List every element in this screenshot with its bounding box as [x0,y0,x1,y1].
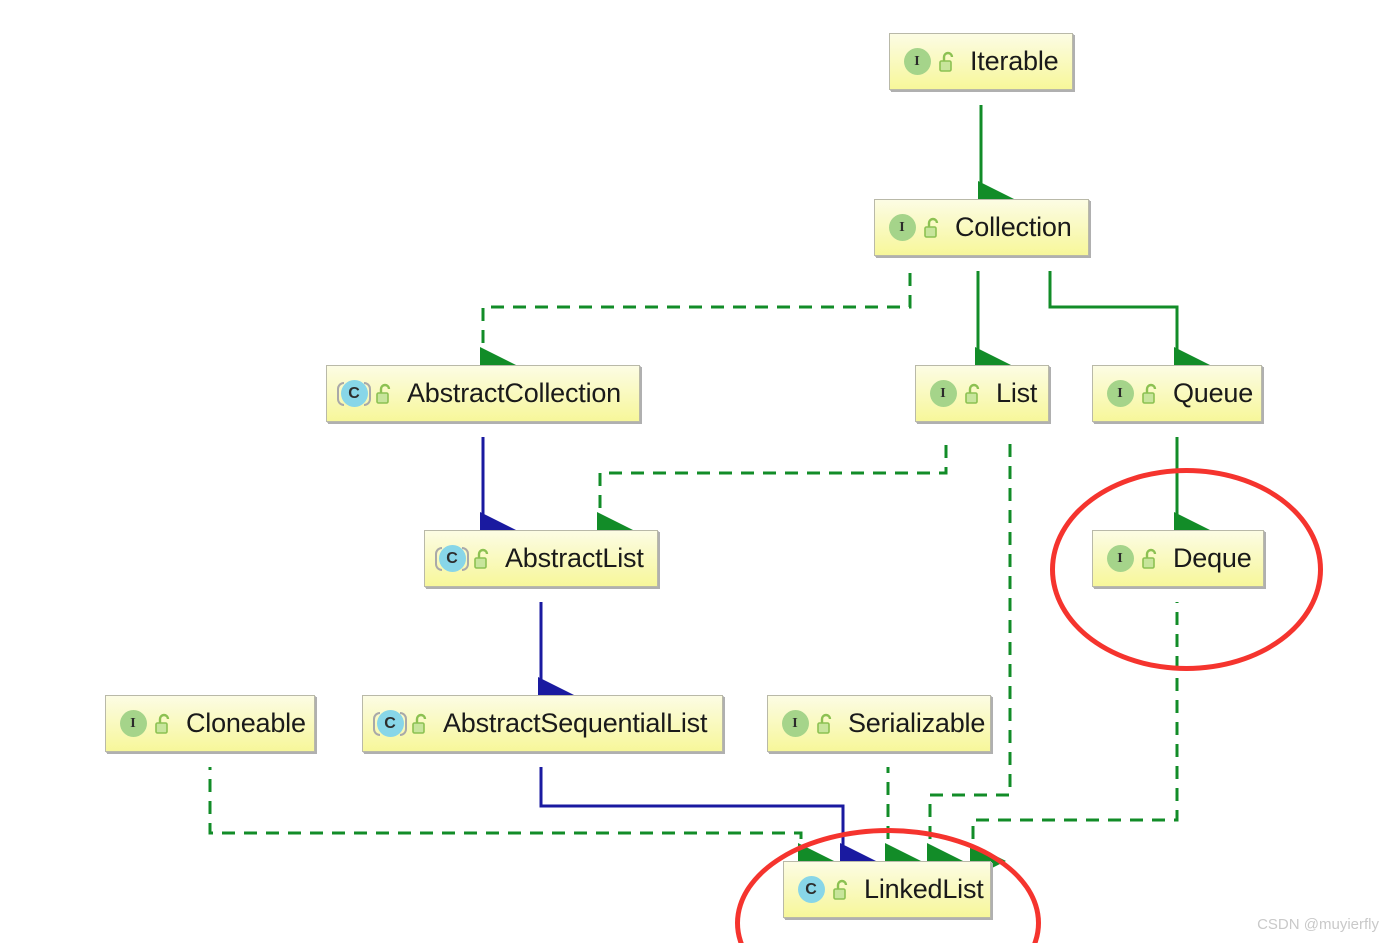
interface-icon: I [902,47,932,77]
node-serializable[interactable]: I Serializable [767,695,991,752]
unlock-icon [937,49,959,75]
interface-icon: I [887,213,917,243]
abstract-class-icon: C [337,379,371,409]
unlock-icon [1140,381,1162,407]
abstract-class-icon: C [435,544,469,574]
node-label: Cloneable [186,708,306,738]
edge-abstractlist-implements-list [597,437,948,548]
node-collection[interactable]: I Collection [874,199,1089,256]
node-queue[interactable]: I Queue [1092,365,1262,422]
interface-icon: I [1105,379,1135,409]
interface-icon: I [118,709,148,739]
node-icons: C [373,709,432,739]
node-icons: I [928,379,985,409]
unlock-icon [410,711,432,737]
unlock-icon [831,877,853,903]
unlock-icon [922,215,944,241]
edge-linkedlist-implements-cloneable [208,767,834,879]
node-linkedlist[interactable]: C LinkedList [783,861,991,918]
interface-icon: I [1105,544,1135,574]
unlock-icon [472,546,494,572]
node-abstractsequentiallist[interactable]: C AbstractSequentialList [362,695,723,752]
node-icons: I [1105,544,1162,574]
node-deque[interactable]: I Deque [1092,530,1264,587]
node-label: AbstractList [505,543,644,573]
unlock-icon [815,711,837,737]
watermark: CSDN @muyierfly [1257,916,1379,933]
node-label: List [996,378,1038,408]
node-icons: C [435,544,494,574]
node-icons: C [337,379,396,409]
unlock-icon [374,381,396,407]
class-diagram: I Iterable I Collection C AbstractCollec… [0,0,1391,943]
node-cloneable[interactable]: I Cloneable [105,695,315,752]
node-list[interactable]: I List [915,365,1049,422]
node-icons: C [796,875,853,905]
node-icons: I [780,709,837,739]
node-label: Deque [1173,543,1252,573]
node-label: Serializable [848,708,986,738]
node-label: Queue [1173,378,1254,408]
edge-linkedlist-implements-list [927,437,1012,879]
node-label: Iterable [970,46,1059,76]
edge-layer [208,105,1210,879]
interface-icon: I [780,709,810,739]
interface-icon: I [928,379,958,409]
edge-queue-extends-collection [1048,271,1210,383]
node-icons: I [1105,379,1162,409]
edge-linkedlist-extends-abstractsequentiallist [539,767,876,879]
node-label: AbstractSequentialList [443,708,708,738]
node-icons: I [887,213,944,243]
edge-abstractcollection-implements-collection [480,271,912,383]
unlock-icon [963,381,985,407]
abstract-class-icon: C [373,709,407,739]
unlock-icon [1140,546,1162,572]
node-label: Collection [955,212,1072,242]
node-iterable[interactable]: I Iterable [889,33,1073,90]
edge-linkedlist-implements-deque [970,602,1179,879]
node-abstractlist[interactable]: C AbstractList [424,530,658,587]
node-label: AbstractCollection [407,378,621,408]
node-abstractcollection[interactable]: C AbstractCollection [326,365,640,422]
node-icons: I [902,47,959,77]
node-label: LinkedList [864,874,984,904]
class-icon: C [796,875,826,905]
node-icons: I [118,709,175,739]
unlock-icon [153,711,175,737]
